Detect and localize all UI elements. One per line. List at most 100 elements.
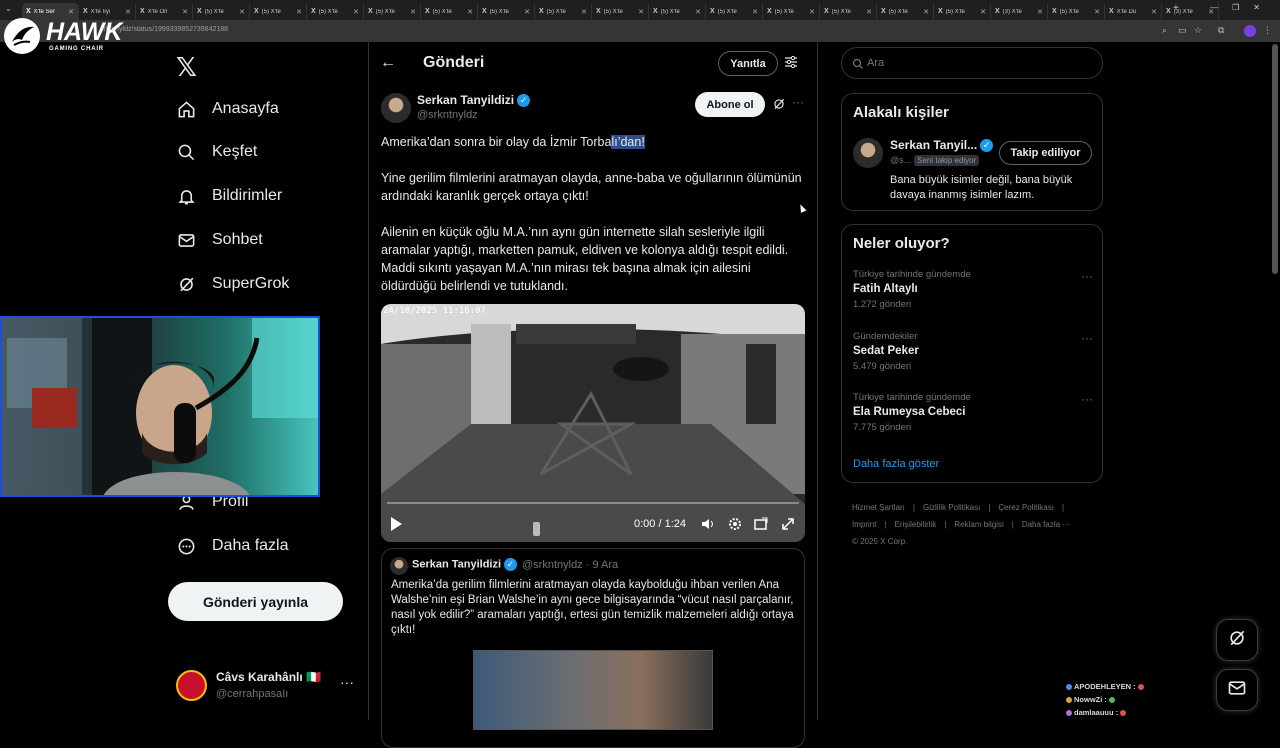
account-switcher[interactable]: Câvs Karahânlı 🇮🇹 @cerrahpasaIı ··· xyxy=(176,668,366,708)
fullscreen-icon[interactable] xyxy=(780,516,796,532)
search-input[interactable]: Ara xyxy=(867,57,884,69)
show-more-link[interactable]: Daha fazla göster xyxy=(853,458,939,470)
footer-link[interactable]: Daha fazla ··· xyxy=(1022,520,1070,529)
close-tab-icon[interactable]: ✕ xyxy=(809,8,815,16)
grok-fab-button[interactable] xyxy=(1216,619,1258,661)
browser-tab[interactable]: X (5) X'te ✕ xyxy=(763,3,820,20)
close-tab-icon[interactable]: ✕ xyxy=(68,8,74,16)
more-dots-icon[interactable]: ··· xyxy=(340,674,354,690)
video-player[interactable]: 24/10/2025 11:16:07 0:00 / 1:24 xyxy=(381,304,805,542)
profile-avatar-icon[interactable] xyxy=(1244,25,1256,37)
tab-list-icon[interactable]: ⌄ xyxy=(5,4,12,13)
close-tab-icon[interactable]: ✕ xyxy=(1037,8,1043,16)
close-tab-icon[interactable]: ✕ xyxy=(410,8,416,16)
browser-tab[interactable]: X (5) X'te ✕ xyxy=(364,3,421,20)
close-tab-icon[interactable]: ✕ xyxy=(695,8,701,16)
new-tab-icon[interactable]: + xyxy=(1173,3,1179,14)
browser-tab[interactable]: X (5) X'te ✕ xyxy=(877,3,934,20)
close-tab-icon[interactable]: ✕ xyxy=(1151,8,1157,16)
nav-chat[interactable]: Sohbet xyxy=(176,225,263,255)
post-button[interactable]: Gönderi yayınla xyxy=(168,582,343,621)
picture-in-picture-icon[interactable] xyxy=(753,516,769,532)
browser-tab[interactable]: X (5) X'te ✕ xyxy=(478,3,535,20)
close-tab-icon[interactable]: ✕ xyxy=(353,8,359,16)
cast-icon[interactable]: ▭ xyxy=(1178,25,1187,36)
trend-item[interactable]: Türkiye tarihinde gündemde Fatih Altaylı… xyxy=(853,269,1093,319)
browser-tab[interactable]: X (5) X'te ✕ xyxy=(250,3,307,20)
close-tab-icon[interactable]: ✕ xyxy=(524,8,530,16)
close-tab-icon[interactable]: ✕ xyxy=(1094,8,1100,16)
browser-tab[interactable]: X (5) X'te ✕ xyxy=(193,3,250,20)
close-tab-icon[interactable]: ✕ xyxy=(296,8,302,16)
extensions-icon[interactable]: ⧉ xyxy=(1218,25,1224,36)
trend-more-icon[interactable]: ··· xyxy=(1081,269,1093,283)
quoted-post[interactable]: Serkan Tanyildizi ✓ @srkntnyldz · 9 Ara A… xyxy=(381,548,805,748)
footer-link[interactable]: Gizlilik Politikası xyxy=(923,503,980,512)
following-button[interactable]: Takip ediliyor xyxy=(999,141,1092,165)
x-logo-icon[interactable]: 𝕏 xyxy=(176,52,197,83)
nav-home[interactable]: Anasayfa xyxy=(176,94,279,124)
messages-fab-button[interactable] xyxy=(1216,669,1258,711)
browser-tab[interactable]: X (5) X'te ✕ xyxy=(934,3,991,20)
footer-link[interactable]: Imprint xyxy=(852,520,876,529)
footer-link[interactable]: Erişilebilirlik xyxy=(895,520,937,529)
footer-link[interactable]: Çerez Politikası xyxy=(998,503,1054,512)
page-scrollbar[interactable] xyxy=(1272,44,1278,274)
close-tab-icon[interactable]: ✕ xyxy=(581,8,587,16)
video-scrub-handle[interactable] xyxy=(533,522,540,536)
author-name[interactable]: Serkan Tanyildizi ✓ xyxy=(417,93,531,108)
video-progress-bar[interactable] xyxy=(387,502,799,504)
nav-explore[interactable]: Keşfet xyxy=(176,137,257,167)
zoom-icon[interactable]: ⌕ xyxy=(1162,25,1167,36)
browser-tab[interactable]: X (5) X'te ✕ xyxy=(535,3,592,20)
browser-menu-icon[interactable]: ⋮ xyxy=(1263,25,1272,36)
browser-tab[interactable]: X X'te Ön ✕ xyxy=(136,3,193,20)
trend-item[interactable]: Türkiye tarihinde gündemde Ela Rumeysa C… xyxy=(853,392,1093,442)
post-more-icon[interactable]: ··· xyxy=(792,95,804,109)
nav-notifications[interactable]: Bildirimler xyxy=(176,181,282,211)
close-tab-icon[interactable]: ✕ xyxy=(239,8,245,16)
volume-icon[interactable] xyxy=(700,516,716,532)
subscribe-button[interactable]: Abone ol xyxy=(695,92,765,117)
browser-tab[interactable]: X X'te Du ✕ xyxy=(1105,3,1162,20)
settings-gear-icon[interactable] xyxy=(727,516,743,532)
bookmark-star-icon[interactable]: ☆ xyxy=(1194,25,1202,36)
close-window-icon[interactable]: ✕ xyxy=(1253,3,1260,12)
close-tab-icon[interactable]: ✕ xyxy=(866,8,872,16)
restore-icon[interactable]: ❐ xyxy=(1232,3,1239,12)
sliders-icon[interactable] xyxy=(784,55,798,69)
close-tab-icon[interactable]: ✕ xyxy=(752,8,758,16)
trend-more-icon[interactable]: ··· xyxy=(1081,392,1093,406)
footer-link[interactable]: Hizmet Şartları xyxy=(852,503,905,512)
browser-tab[interactable]: X (5) X'te ✕ xyxy=(649,3,706,20)
trend-item[interactable]: Gündemdekiler Sedat Peker 5.479 gönderi … xyxy=(853,331,1093,381)
browser-tab[interactable]: X (5) X'te ✕ xyxy=(1048,3,1105,20)
author-handle[interactable]: @srkntnyldz xyxy=(417,109,478,121)
back-arrow-icon[interactable]: ← xyxy=(380,54,396,72)
search-box[interactable]: Ara xyxy=(841,47,1103,79)
trend-more-icon[interactable]: ··· xyxy=(1081,331,1093,345)
related-person-name[interactable]: Serkan Tanyil... ✓ xyxy=(890,138,994,153)
play-icon[interactable] xyxy=(391,517,402,531)
browser-tab[interactable]: X (5) X'te ✕ xyxy=(706,3,763,20)
browser-tab[interactable]: X (5) X'te ✕ xyxy=(592,3,649,20)
close-tab-icon[interactable]: ✕ xyxy=(125,8,131,16)
footer-link[interactable]: Reklam bilgisi xyxy=(954,520,1003,529)
reply-button[interactable]: Yanıtla xyxy=(718,51,778,76)
quote-image[interactable] xyxy=(473,650,713,730)
grok-icon[interactable] xyxy=(772,97,786,111)
close-tab-icon[interactable]: ✕ xyxy=(980,8,986,16)
browser-tab[interactable]: X (5) X'te ✕ xyxy=(421,3,478,20)
browser-tab[interactable]: X (5) X'te ✕ xyxy=(820,3,877,20)
close-tab-icon[interactable]: ✕ xyxy=(467,8,473,16)
nav-more[interactable]: Daha fazla xyxy=(176,531,289,561)
browser-tab[interactable]: X (5) X'te ✕ xyxy=(307,3,364,20)
close-tab-icon[interactable]: ✕ xyxy=(638,8,644,16)
minimize-icon[interactable]: — xyxy=(1210,3,1218,12)
author-avatar[interactable] xyxy=(381,93,411,123)
close-tab-icon[interactable]: ✕ xyxy=(923,8,929,16)
nav-supergrok[interactable]: SuperGrok xyxy=(176,269,289,299)
close-tab-icon[interactable]: ✕ xyxy=(182,8,188,16)
related-person-avatar[interactable] xyxy=(853,138,883,168)
browser-tab[interactable]: X (3) X'te ✕ xyxy=(991,3,1048,20)
